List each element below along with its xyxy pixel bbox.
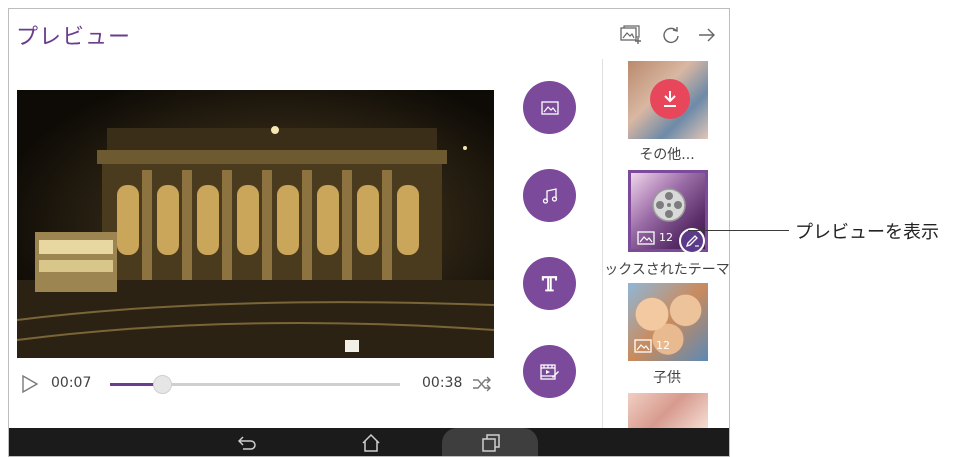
callout-line (688, 230, 789, 231)
theme-label: 子供 (653, 370, 681, 386)
photo-count-icon (637, 231, 655, 245)
play-icon[interactable] (22, 375, 38, 393)
recent-apps-icon[interactable] (479, 432, 503, 454)
theme-more-thumbnail (628, 61, 708, 139)
seek-handle[interactable] (153, 375, 173, 394)
app-screen: プレビュー 00:07 00:38 𝕋 その他... 12 ックスされたテーマ … (8, 8, 730, 457)
theme-kids-thumbnail: 12 (628, 283, 708, 361)
edit-video-button[interactable] (523, 345, 576, 398)
shuffle-icon[interactable] (472, 376, 492, 392)
page-title: プレビュー (16, 25, 132, 50)
theme-label: ックスされたテーマ (604, 262, 730, 278)
image-icon (540, 100, 559, 115)
add-photo-icon[interactable] (619, 23, 643, 47)
edit-icon[interactable] (679, 228, 705, 254)
navigation-bar (9, 428, 729, 456)
photo-count: 12 (656, 339, 670, 352)
edit-video-icon (539, 363, 559, 380)
total-time: 00:38 (422, 375, 463, 391)
player-controls: 00:07 00:38 (9, 369, 504, 399)
text-icon: 𝕋 (542, 271, 557, 296)
photo-count-icon (634, 339, 652, 353)
music-button[interactable] (523, 169, 576, 222)
theme-partial-thumbnail[interactable] (628, 393, 708, 428)
back-icon[interactable] (236, 432, 260, 454)
photo-count: 12 (659, 231, 673, 244)
seek-bar[interactable] (110, 375, 400, 394)
download-icon (650, 79, 690, 119)
film-reel-icon (652, 188, 686, 222)
home-icon[interactable] (359, 432, 383, 454)
theme-label: その他... (639, 147, 695, 163)
arrow-right-icon[interactable] (695, 23, 719, 47)
refresh-icon[interactable] (659, 23, 683, 47)
music-icon (542, 187, 557, 204)
callout-label: プレビューを表示 (795, 222, 939, 243)
video-preview[interactable] (17, 90, 494, 358)
image-button[interactable] (523, 81, 576, 134)
current-time: 00:07 (51, 375, 92, 391)
text-button[interactable]: 𝕋 (523, 257, 576, 310)
